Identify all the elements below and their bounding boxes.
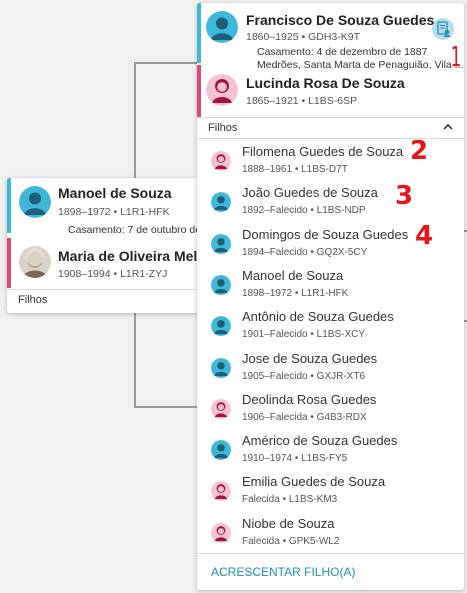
male-avatar-icon [211, 316, 231, 337]
male-avatar-icon [211, 274, 231, 295]
couple-card-manoel[interactable]: Manoel de Souza 1898–1972 • L1R1-HFK Cas… [7, 178, 217, 313]
child-meta: Falecida • GPK5-WL2 [242, 535, 340, 547]
divider [197, 553, 464, 554]
husband-meta: 1860–1925 • GDH3-K9T [246, 31, 360, 43]
child-meta: 1894–Falecido • GQ2X-5CY [242, 246, 368, 258]
husband-name[interactable]: Manoel de Souza [58, 185, 172, 201]
male-avatar-icon[interactable] [19, 186, 51, 218]
child-row[interactable]: João Guedes de Souza 1892–Falecido • L1BS… [207, 183, 457, 223]
child-name[interactable]: Emilia Guedes de Souza [242, 474, 385, 489]
document-person-icon[interactable] [432, 18, 454, 40]
child-row[interactable]: Deolinda Rosa Guedes 1906–Falecida • G4B3… [207, 390, 457, 430]
annotation-4: 4 [415, 221, 434, 251]
child-name[interactable]: Jose de Souza Guedes [242, 351, 377, 366]
annotation-3: 3 [395, 181, 414, 211]
marriage-place: Medrões, Santa Marta de Penaguião, Vila … [257, 59, 464, 71]
male-avatar-icon [211, 357, 231, 378]
tree-connector-bottom [134, 406, 198, 408]
wife-photo-avatar[interactable] [19, 246, 51, 278]
marriage-info: Casamento: 7 de outubro de 1 [7, 222, 217, 238]
child-meta: 1905–Falecido • GXJR-XT6 [242, 370, 366, 382]
child-row[interactable]: Américo de Souza Guedes 1910–1974 • L1BS-… [207, 431, 457, 471]
female-avatar-icon[interactable] [206, 74, 238, 106]
child-row[interactable]: Emilia Guedes de Souza Falecida • L1BS-KM… [207, 472, 457, 512]
husband-name[interactable]: Francisco De Souza Guedes [246, 12, 434, 28]
child-name[interactable]: Niobe de Souza [242, 516, 335, 531]
wife-name[interactable]: Lucinda Rosa De Souza [246, 75, 405, 91]
female-avatar-icon [211, 398, 231, 419]
couple-card-francisco[interactable]: Francisco De Souza Guedes 1860–1925 • GD… [197, 3, 464, 590]
collapse-chevron-icon[interactable] [441, 120, 455, 134]
child-name[interactable]: Américo de Souza Guedes [242, 433, 397, 448]
child-name[interactable]: Manoel de Souza [242, 268, 343, 283]
child-meta: 1888–1961 • L1BS-D7T [242, 164, 348, 175]
tree-connector-top [134, 62, 198, 64]
child-name[interactable]: João Guedes de Souza [242, 185, 378, 200]
child-meta: 1906–Falecida • G4B3-RDX [242, 411, 367, 423]
male-avatar-icon [211, 192, 231, 213]
child-meta: 1892–Falecido • L1BS-NDP [242, 205, 366, 217]
annotation-2: 2 [410, 136, 429, 166]
male-avatar-icon[interactable] [206, 11, 238, 43]
child-name[interactable]: Antônio de Souza Guedes [242, 309, 394, 324]
child-meta: Falecida • L1BS-KM3 [242, 494, 338, 506]
child-row[interactable]: Antônio de Souza Guedes 1901–Falecido • L… [207, 307, 457, 347]
child-meta: 1901–Falecido • L1BS-XCY [242, 329, 366, 341]
female-indicator-bar [197, 65, 201, 117]
female-avatar-icon [211, 151, 231, 171]
child-row[interactable]: Manoel de Souza 1898–1972 • L1R1-HFK [207, 266, 457, 306]
marriage-date: Casamento: 4 de dezembro de 1887 [257, 46, 428, 58]
child-meta: 1898–1972 • L1R1-HFK [242, 287, 349, 299]
child-row[interactable]: Jose de Souza Guedes 1905–Falecido • GXJR… [207, 349, 457, 389]
female-indicator-bar [7, 238, 11, 288]
husband-meta: 1898–1972 • L1R1-HFK [58, 206, 170, 218]
male-avatar-icon [211, 233, 231, 254]
male-indicator-bar [197, 3, 201, 63]
wife-name[interactable]: Maria de Oliveira Mello [58, 248, 214, 264]
wife-meta: 1908–1994 • L1R1-ZYJ [58, 268, 168, 280]
children-header[interactable]: Filhos [208, 122, 237, 134]
marriage-text: Casamento: 7 de outubro de 1 [68, 224, 210, 236]
child-name[interactable]: Deolinda Rosa Guedes [242, 392, 376, 407]
female-avatar-icon [211, 481, 231, 502]
wife-meta: 1865–1921 • L1BS-6SP [246, 95, 358, 107]
male-avatar-icon [211, 440, 231, 461]
female-avatar-icon [211, 522, 231, 543]
add-child-link[interactable]: ACRESCENTAR FILHO(A) [211, 565, 355, 579]
child-meta: 1910–1974 • L1BS-FY5 [242, 453, 348, 465]
divider [197, 117, 464, 118]
children-toggle[interactable]: Filhos [18, 294, 47, 306]
child-row[interactable]: Niobe de Souza Falecida • GPK5-WL2 [207, 514, 457, 554]
annotation-1: 1 [450, 40, 462, 73]
child-name[interactable]: Domingos de Souza Guedes [242, 227, 408, 242]
divider [7, 289, 217, 290]
child-name[interactable]: Filomena Guedes de Souza [242, 144, 403, 159]
